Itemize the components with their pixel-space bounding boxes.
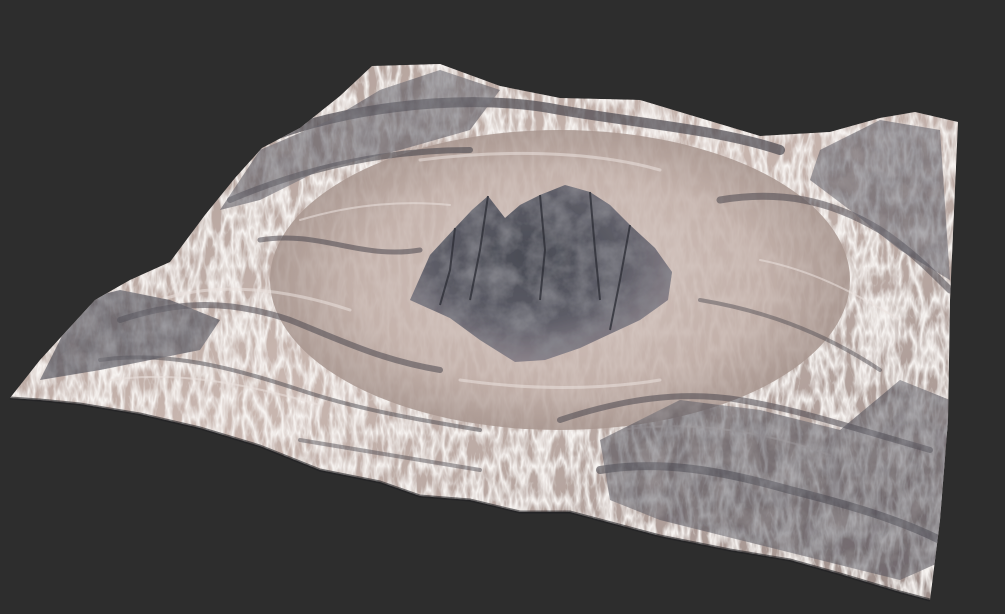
3d-viewport[interactable] bbox=[0, 0, 1005, 614]
terrain-mesh bbox=[9, 64, 958, 602]
